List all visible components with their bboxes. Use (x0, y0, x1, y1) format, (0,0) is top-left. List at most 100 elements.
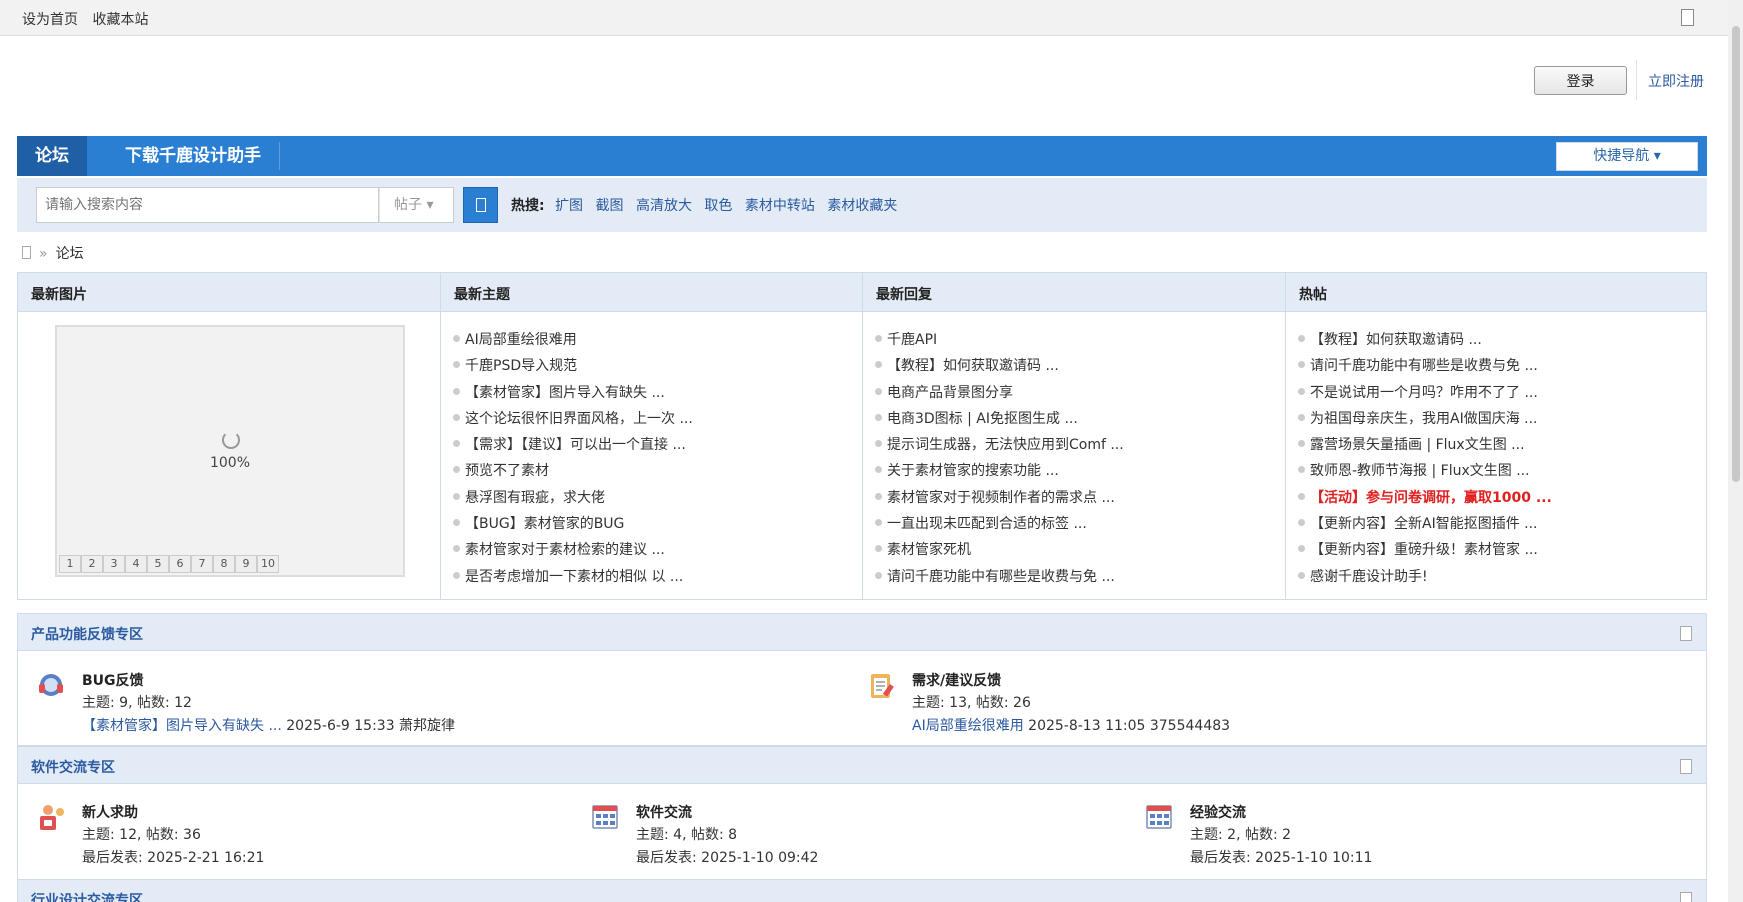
list-item[interactable]: 千鹿PSD导入规范 (453, 353, 693, 379)
list-item[interactable]: 关于素材管家的搜索功能 ... (875, 458, 1124, 484)
list-item[interactable]: 请问千鹿功能中有哪些是收费与免 ... (1298, 353, 1552, 379)
search-type-select[interactable]: 帖子 ▾ (379, 187, 454, 223)
quick-nav-button[interactable]: 快捷导航 ▾ (1556, 142, 1698, 171)
set-home-link[interactable]: 设为首页 (22, 12, 78, 28)
list-item[interactable]: 是否考虑增加一下素材的相似 以 ... (453, 564, 693, 590)
slideshow-pager: 1 2 3 4 5 6 7 8 9 10 (59, 555, 279, 573)
pager-button[interactable]: 2 (81, 555, 103, 573)
list-item[interactable]: 【教程】如何获取邀请码 ... (1298, 327, 1552, 353)
list-item[interactable]: 素材管家对于素材检索的建议 ... (453, 537, 693, 563)
list-item[interactable]: 【更新内容】重磅升级！素材管家 ... (1298, 537, 1552, 563)
list-item[interactable]: 【素材管家】图片导入有缺失 ... (453, 380, 693, 406)
forum-stats: 主题: 4, 帖数: 8 (636, 827, 738, 843)
hot-search: 热搜: 扩图 截图 高清放大 取色 素材中转站 素材收藏夹 (511, 195, 905, 215)
list-item[interactable]: 电商3D图标 | AI免抠图生成 ... (875, 406, 1124, 432)
hot-tag[interactable]: 扩图 (555, 198, 583, 214)
list-item[interactable]: 素材管家对于视频制作者的需求点 ... (875, 485, 1124, 511)
caret-down-icon: ▾ (426, 197, 434, 213)
forum-name[interactable]: BUG反馈 (82, 670, 144, 690)
list-item[interactable]: 【教程】如何获取邀请码 ... (875, 353, 1124, 379)
list-item[interactable]: 这个论坛很怀旧界面风格，上一次 ... (453, 406, 693, 432)
latest-images-column: 最新图片 100% 1 2 3 4 5 6 7 8 9 10 (18, 273, 440, 599)
list-item[interactable]: 素材管家死机 (875, 537, 1124, 563)
hot-tag[interactable]: 截图 (596, 198, 624, 214)
pager-button[interactable]: 5 (147, 555, 169, 573)
forum-name[interactable]: 新人求助 (82, 802, 138, 822)
bookmark-link[interactable]: 收藏本站 (92, 12, 148, 28)
pager-button[interactable]: 9 (235, 555, 257, 573)
hot-tag[interactable]: 素材收藏夹 (827, 198, 897, 214)
breadcrumb-separator: » (39, 246, 48, 262)
board-icon (1146, 805, 1172, 829)
pager-button[interactable]: 3 (103, 555, 125, 573)
header-divider (1636, 60, 1637, 100)
nav-download-tab[interactable]: 下载千鹿设计助手 (87, 142, 280, 170)
list-item[interactable]: AI局部重绘很难用 (453, 327, 693, 353)
forum-stats: 主题: 13, 帖数: 26 (912, 695, 1031, 711)
quick-nav-label: 快捷导航 (1593, 148, 1650, 164)
list-item[interactable]: 【需求】【建议】可以出一个直接 ... (453, 432, 693, 458)
list-item[interactable]: 千鹿API (875, 327, 1124, 353)
forum-name[interactable]: 经验交流 (1190, 802, 1246, 822)
search-input[interactable] (36, 187, 379, 223)
pager-button[interactable]: 1 (59, 555, 81, 573)
section-title[interactable]: 行业设计交流专区 (31, 890, 143, 902)
section-title[interactable]: 产品功能反馈专区 (31, 624, 143, 644)
main-nav: 论坛 下载千鹿设计助手 快捷导航 ▾ (17, 136, 1707, 176)
pager-button[interactable]: 10 (257, 555, 279, 573)
latest-threads-title: 最新主题 (454, 287, 510, 303)
list-item-highlighted[interactable]: 【活动】参与问卷调研，赢取1000 ... (1298, 485, 1552, 511)
list-item[interactable]: 【更新内容】全新AI智能抠图插件 ... (1298, 511, 1552, 537)
pager-button[interactable]: 4 (125, 555, 147, 573)
list-item[interactable]: 致师恩-教师节海报 | Flux文生图 ... (1298, 458, 1552, 484)
search-type-label: 帖子 (394, 197, 422, 213)
list-item[interactable]: 悬浮图有瑕疵，求大佬 (453, 485, 693, 511)
login-button[interactable]: 登录 (1534, 66, 1627, 95)
collapse-icon[interactable] (1680, 892, 1692, 902)
latest-threads-list: AI局部重绘很难用 千鹿PSD导入规范 【素材管家】图片导入有缺失 ... 这个… (453, 327, 693, 590)
forum-name[interactable]: 软件交流 (636, 802, 692, 822)
search-button[interactable] (463, 187, 498, 223)
hot-tag[interactable]: 取色 (704, 198, 732, 214)
breadcrumb-current[interactable]: 论坛 (56, 246, 84, 262)
latest-images-title: 最新图片 (31, 287, 87, 303)
clipboard-icon (871, 674, 894, 698)
collapse-icon[interactable] (1680, 626, 1692, 641)
image-slideshow[interactable]: 100% 1 2 3 4 5 6 7 8 9 10 (55, 325, 405, 577)
scrollbar-thumb[interactable] (1732, 26, 1740, 482)
list-item[interactable]: 露营场景矢量插画 | Flux文生图 ... (1298, 432, 1552, 458)
list-item[interactable]: 请问千鹿功能中有哪些是收费与免 ... (875, 564, 1124, 590)
pager-button[interactable]: 6 (169, 555, 191, 573)
list-item[interactable]: 感谢千鹿设计助手! (1298, 564, 1552, 590)
last-post-link[interactable]: AI局部重绘很难用 (912, 718, 1024, 734)
section-title[interactable]: 软件交流专区 (31, 757, 115, 777)
hot-tag[interactable]: 素材中转站 (745, 198, 815, 214)
nav-forum-tab[interactable]: 论坛 (17, 136, 87, 176)
latest-threads-column: 最新主题 AI局部重绘很难用 千鹿PSD导入规范 【素材管家】图片导入有缺失 .… (440, 273, 862, 599)
forum-stats: 主题: 12, 帖数: 36 (82, 827, 201, 843)
list-item[interactable]: 提示词生成器，无法快应用到Comf ... (875, 432, 1124, 458)
last-post-meta: 2025-6-9 15:33 萧邦旋律 (281, 718, 456, 734)
list-item[interactable]: 为祖国母亲庆生，我用AI做国庆海 ... (1298, 406, 1552, 432)
collapse-icon[interactable] (1680, 759, 1692, 774)
section-header: 软件交流专区 (18, 746, 1706, 784)
list-item[interactable]: 【BUG】素材管家的BUG (453, 511, 693, 537)
last-post-meta: 2025-8-13 11:05 375544483 (1023, 718, 1231, 734)
top-links: 设为首页 收藏本站 (22, 9, 158, 29)
last-post-link[interactable]: 【素材管家】图片导入有缺失 ... (82, 718, 282, 734)
window-icon[interactable] (1681, 9, 1694, 26)
forum-name[interactable]: 需求/建议反馈 (912, 670, 1001, 690)
latest-replies-list: 千鹿API 【教程】如何获取邀请码 ... 电商产品背景图分享 电商3D图标 |… (875, 327, 1124, 590)
page-scrollbar[interactable] (1728, 0, 1743, 902)
list-item[interactable]: 电商产品背景图分享 (875, 380, 1124, 406)
pager-button[interactable]: 8 (213, 555, 235, 573)
register-link[interactable]: 立即注册 (1648, 71, 1704, 91)
home-icon[interactable] (22, 246, 31, 259)
loading-percent: 100% (209, 455, 251, 471)
list-item[interactable]: 预览不了素材 (453, 458, 693, 484)
list-item[interactable]: 一直出现未匹配到合适的标签 ... (875, 511, 1124, 537)
pager-button[interactable]: 7 (191, 555, 213, 573)
hot-tag[interactable]: 高清放大 (636, 198, 692, 214)
list-item[interactable]: 不是说试用一个月吗？咋用不了了 ... (1298, 380, 1552, 406)
breadcrumb: » 论坛 (22, 243, 84, 263)
